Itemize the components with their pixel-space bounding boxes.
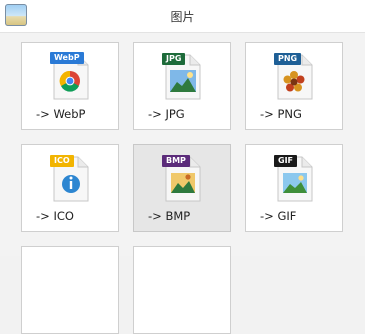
window-title: 图片 — [170, 10, 195, 24]
convert-to-gif-button[interactable]: GIF -> GIF — [245, 144, 343, 232]
jpg-badge: JPG — [162, 53, 186, 65]
tile-label: -> ICO — [36, 209, 74, 223]
title-bar: 图片 — [0, 0, 365, 33]
ico-badge: ICO — [50, 155, 74, 167]
convert-to-webp-button[interactable]: WebP -> WebP — [21, 42, 119, 130]
tile-label: -> BMP — [148, 209, 191, 223]
tile-label: -> PNG — [260, 107, 302, 121]
bmp-badge: BMP — [162, 155, 190, 167]
format-grid: WebP -> WebP JPG -> JPG PNG -> PNG ICO -… — [0, 33, 365, 334]
convert-to-ico-button[interactable]: ICO -> ICO — [21, 144, 119, 232]
tile-label: -> GIF — [260, 209, 297, 223]
convert-to-png-button[interactable]: PNG -> PNG — [245, 42, 343, 130]
png-badge: PNG — [274, 53, 302, 65]
convert-to-bmp-button[interactable]: BMP -> BMP — [133, 144, 231, 232]
tile-label: -> WebP — [36, 107, 86, 121]
webp-badge: WebP — [50, 52, 84, 64]
convert-to-jpg-button[interactable]: JPG -> JPG — [133, 42, 231, 130]
format-tile-row3-1[interactable] — [21, 246, 119, 334]
tile-label: -> JPG — [148, 107, 185, 121]
gif-badge: GIF — [274, 155, 298, 167]
format-tile-row3-2[interactable] — [133, 246, 231, 334]
